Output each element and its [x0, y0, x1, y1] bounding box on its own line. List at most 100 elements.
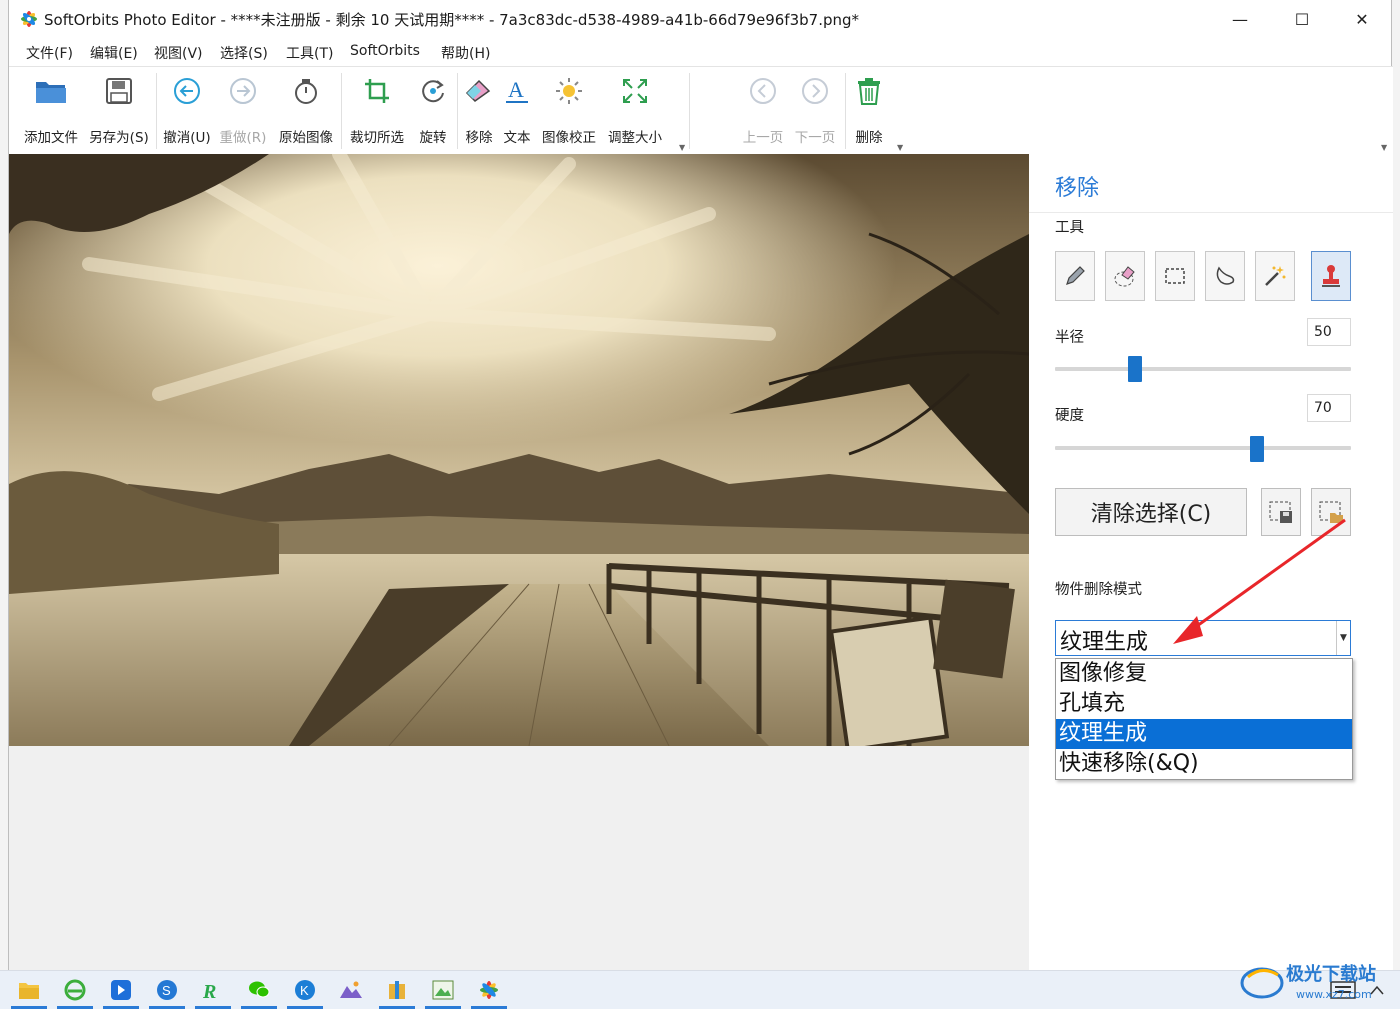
svg-text:K: K — [300, 983, 309, 998]
app-window: SoftOrbits Photo Editor - ****未注册版 - 剩余 … — [8, 0, 1393, 970]
annotation-arrow — [1173, 518, 1346, 644]
hardness-input[interactable]: 70 — [1307, 394, 1351, 422]
close-button[interactable]: ✕ — [1333, 0, 1391, 38]
text-button[interactable]: A 文本 — [499, 71, 535, 149]
redo-button[interactable]: 重做(R) — [215, 71, 271, 149]
radius-slider-thumb[interactable] — [1128, 356, 1143, 382]
magic-wand-tool-button[interactable] — [1255, 251, 1295, 301]
mode-option-inpaint[interactable]: 图像修复 — [1056, 659, 1352, 689]
undo-icon — [170, 71, 204, 111]
menu-select[interactable]: 选择(S) — [220, 43, 268, 63]
redo-icon — [226, 71, 260, 111]
save-as-button[interactable]: 另存为(S) — [85, 71, 153, 149]
tools-label: 工具 — [1055, 220, 1084, 236]
mode-option-quick-remove[interactable]: 快速移除(&Q) — [1056, 749, 1352, 779]
original-image-icon — [289, 71, 323, 111]
resize-icon — [618, 71, 652, 111]
prev-page-button[interactable]: 上一页 — [739, 71, 787, 149]
ribbon-separator — [457, 73, 458, 149]
svg-text:R: R — [202, 981, 216, 1001]
package-app-icon[interactable] — [382, 976, 412, 1004]
minimize-button[interactable]: — — [1211, 0, 1269, 38]
resize-label: 调整大小 — [608, 130, 662, 146]
pencil-icon — [1066, 266, 1085, 285]
add-file-label: 添加文件 — [24, 130, 78, 146]
svg-text:A: A — [508, 77, 524, 102]
text-icon: A — [500, 71, 534, 111]
blue-app-icon[interactable] — [106, 976, 136, 1004]
ribbon-toolbar: 添加文件 另存为(S) 撤消(U) 重做(R) 原始图像 裁切所选 旋转 移除 … — [9, 66, 1393, 154]
k-app-icon[interactable]: K — [290, 976, 320, 1004]
photo-editor-taskbar-icon[interactable] — [474, 976, 504, 1004]
undo-label: 撤消(U) — [163, 130, 211, 146]
group-expand-icon[interactable]: ▼ — [897, 143, 903, 152]
canvas-area[interactable] — [9, 154, 1029, 970]
redo-label: 重做(R) — [219, 130, 267, 146]
hardness-slider-thumb[interactable] — [1249, 436, 1264, 462]
menu-file[interactable]: 文件(F) — [26, 43, 73, 63]
ribbon-separator — [156, 73, 157, 149]
resize-button[interactable]: 调整大小 — [603, 71, 667, 149]
crop-icon — [360, 71, 394, 111]
add-file-button[interactable]: 添加文件 — [19, 71, 83, 149]
r-app-icon[interactable]: R — [198, 976, 228, 1004]
ribbon-separator — [341, 73, 342, 149]
wechat-icon[interactable] — [244, 976, 274, 1004]
group-expand-icon[interactable]: ▼ — [679, 143, 685, 152]
app-logo-icon — [21, 11, 37, 27]
image-correction-button[interactable]: 图像校正 — [537, 71, 601, 149]
next-page-button[interactable]: 下一页 — [791, 71, 839, 149]
remove-button[interactable]: 移除 — [459, 71, 499, 149]
folder-icon — [34, 71, 68, 111]
pencil-tool-button[interactable] — [1055, 251, 1095, 301]
ribbon-separator — [689, 73, 690, 149]
file-explorer-icon[interactable] — [14, 976, 44, 1004]
sogou-icon[interactable]: S — [152, 976, 182, 1004]
ribbon-expand-icon[interactable]: ▼ — [1381, 143, 1387, 152]
stamp-icon — [1322, 265, 1340, 287]
mode-option-texture-generation[interactable]: 纹理生成 — [1056, 719, 1352, 749]
close-icon: ✕ — [1355, 9, 1369, 29]
ie-browser-icon[interactable] — [60, 976, 90, 1004]
lasso-tool-button[interactable] — [1205, 251, 1245, 301]
maximize-button[interactable]: ☐ — [1273, 0, 1331, 38]
svg-text:www.xz7.com: www.xz7.com — [1296, 988, 1372, 1001]
eraser-lasso-icon — [1114, 266, 1135, 287]
menu-help[interactable]: 帮助(H) — [441, 43, 490, 63]
edited-photo[interactable] — [9, 154, 1029, 746]
removal-mode-label: 物件删除模式 — [1055, 582, 1142, 598]
rotate-icon — [416, 71, 450, 111]
panel-title: 移除 — [1055, 176, 1100, 201]
radius-input[interactable]: 50 — [1307, 318, 1351, 346]
rect-select-tool-button[interactable] — [1155, 251, 1195, 301]
hardness-slider-track[interactable] — [1055, 446, 1351, 450]
menu-bar: 文件(F) 编辑(E) 视图(V) 选择(S) 工具(T) SoftOrbits… — [9, 38, 1393, 66]
crop-button[interactable]: 裁切所选 — [345, 71, 409, 149]
image-viewer-icon[interactable] — [428, 976, 458, 1004]
menu-edit[interactable]: 编辑(E) — [90, 43, 138, 63]
chevron-right-icon — [798, 71, 832, 111]
image-correction-label: 图像校正 — [542, 130, 596, 146]
eraser-icon — [462, 71, 496, 111]
removal-mode-dropdown: 图像修复 孔填充 纹理生成 快速移除(&Q) — [1055, 658, 1353, 780]
chevron-left-icon — [746, 71, 780, 111]
mode-option-hole-fill[interactable]: 孔填充 — [1056, 689, 1352, 719]
save-icon — [102, 71, 136, 111]
remove-panel: 移除 工具 半径 50 硬度 70 清除选择(C) 物件删除模式 纹理生成 ▼ … — [1029, 154, 1393, 970]
svg-text:极光下载站: 极光下载站 — [1286, 963, 1376, 985]
eraser-tool-button[interactable] — [1105, 251, 1145, 301]
original-image-button[interactable]: 原始图像 — [273, 71, 339, 149]
sun-icon — [552, 71, 586, 111]
rotate-button[interactable]: 旋转 — [411, 71, 455, 149]
radius-slider-track[interactable] — [1055, 367, 1351, 371]
panel-divider — [1029, 212, 1393, 213]
delete-button[interactable]: 删除 — [847, 71, 891, 149]
undo-button[interactable]: 撤消(U) — [159, 71, 215, 149]
menu-view[interactable]: 视图(V) — [154, 43, 203, 63]
photos-app-icon[interactable] — [336, 976, 366, 1004]
maximize-icon: ☐ — [1294, 9, 1310, 29]
menu-softorbits[interactable]: SoftOrbits — [350, 43, 420, 59]
stamp-tool-button[interactable] — [1311, 251, 1351, 301]
remove-label: 移除 — [465, 130, 493, 146]
menu-tools[interactable]: 工具(T) — [286, 43, 333, 63]
